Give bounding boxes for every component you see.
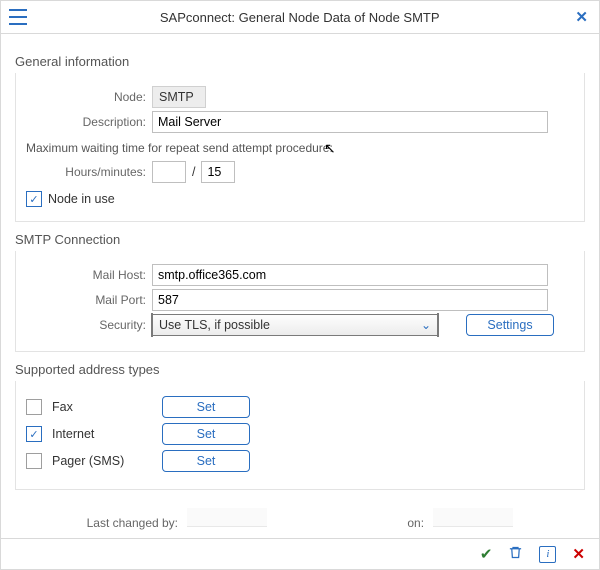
internet-checkbox[interactable]: ✓	[26, 426, 42, 442]
label-hours-minutes: Hours/minutes:	[26, 165, 152, 179]
accept-icon[interactable]: ✔	[480, 545, 493, 563]
node-in-use-label: Node in use	[48, 192, 115, 206]
last-changed-by: Last changed by:	[87, 508, 268, 530]
last-changed-by-value	[187, 508, 267, 527]
fax-set-button[interactable]: Set	[162, 396, 250, 418]
fax-checkbox[interactable]: ✓	[26, 399, 42, 415]
cancel-icon[interactable]: ✕	[572, 545, 585, 563]
content-area: General information Node: SMTP Descripti…	[1, 34, 599, 534]
section-general: Node: SMTP Description: Maximum waiting …	[15, 73, 585, 222]
wait-note: Maximum waiting time for repeat send att…	[26, 141, 574, 155]
minutes-input[interactable]	[201, 161, 235, 183]
menu-icon[interactable]	[9, 9, 27, 25]
addr-row-internet: ✓ Internet Set	[26, 423, 574, 445]
pager-checkbox[interactable]: ✓	[26, 453, 42, 469]
delete-icon[interactable]	[508, 545, 523, 564]
value-node: SMTP	[152, 86, 206, 108]
changed-on-label: on:	[407, 516, 424, 530]
close-icon[interactable]: ✕	[572, 8, 591, 26]
security-value: Use TLS, if possible	[159, 318, 270, 332]
label-mail-host: Mail Host:	[26, 268, 152, 282]
node-in-use-checkbox[interactable]: ✓	[26, 191, 42, 207]
internet-set-button[interactable]: Set	[162, 423, 250, 445]
pager-label: Pager (SMS)	[52, 454, 152, 468]
info-icon[interactable]: i	[539, 546, 556, 563]
changed-on-value	[433, 508, 513, 527]
addr-row-pager: ✓ Pager (SMS) Set	[26, 450, 574, 472]
mail-port-input[interactable]	[152, 289, 548, 311]
section-title-general: General information	[15, 54, 585, 69]
title-bar: SAPconnect: General Node Data of Node SM…	[1, 1, 599, 34]
label-mail-port: Mail Port:	[26, 293, 152, 307]
fax-label: Fax	[52, 400, 152, 414]
chevron-down-icon: ⌄	[421, 318, 431, 332]
hours-input[interactable]	[152, 161, 186, 183]
label-security: Security:	[26, 318, 152, 332]
label-node: Node:	[26, 90, 152, 104]
footer-metadata: Last changed by: on:	[15, 508, 585, 530]
section-smtp: Mail Host: Mail Port: Security: Use TLS,…	[15, 251, 585, 352]
security-dropdown[interactable]: Use TLS, if possible ⌄	[152, 314, 438, 336]
settings-button[interactable]: Settings	[466, 314, 554, 336]
window-title: SAPconnect: General Node Data of Node SM…	[27, 10, 572, 25]
section-addr: ✓ Fax Set ✓ Internet Set ✓ Pager (SMS) S…	[15, 381, 585, 490]
changed-on: on:	[407, 508, 513, 530]
pager-set-button[interactable]: Set	[162, 450, 250, 472]
mail-host-input[interactable]	[152, 264, 548, 286]
section-title-addr: Supported address types	[15, 362, 585, 377]
time-separator: /	[192, 165, 195, 179]
last-changed-by-label: Last changed by:	[87, 516, 178, 530]
description-input[interactable]	[152, 111, 548, 133]
section-title-smtp: SMTP Connection	[15, 232, 585, 247]
label-description: Description:	[26, 115, 152, 129]
addr-row-fax: ✓ Fax Set	[26, 396, 574, 418]
internet-label: Internet	[52, 427, 152, 441]
bottom-toolbar: ✔ i ✕	[1, 538, 599, 569]
